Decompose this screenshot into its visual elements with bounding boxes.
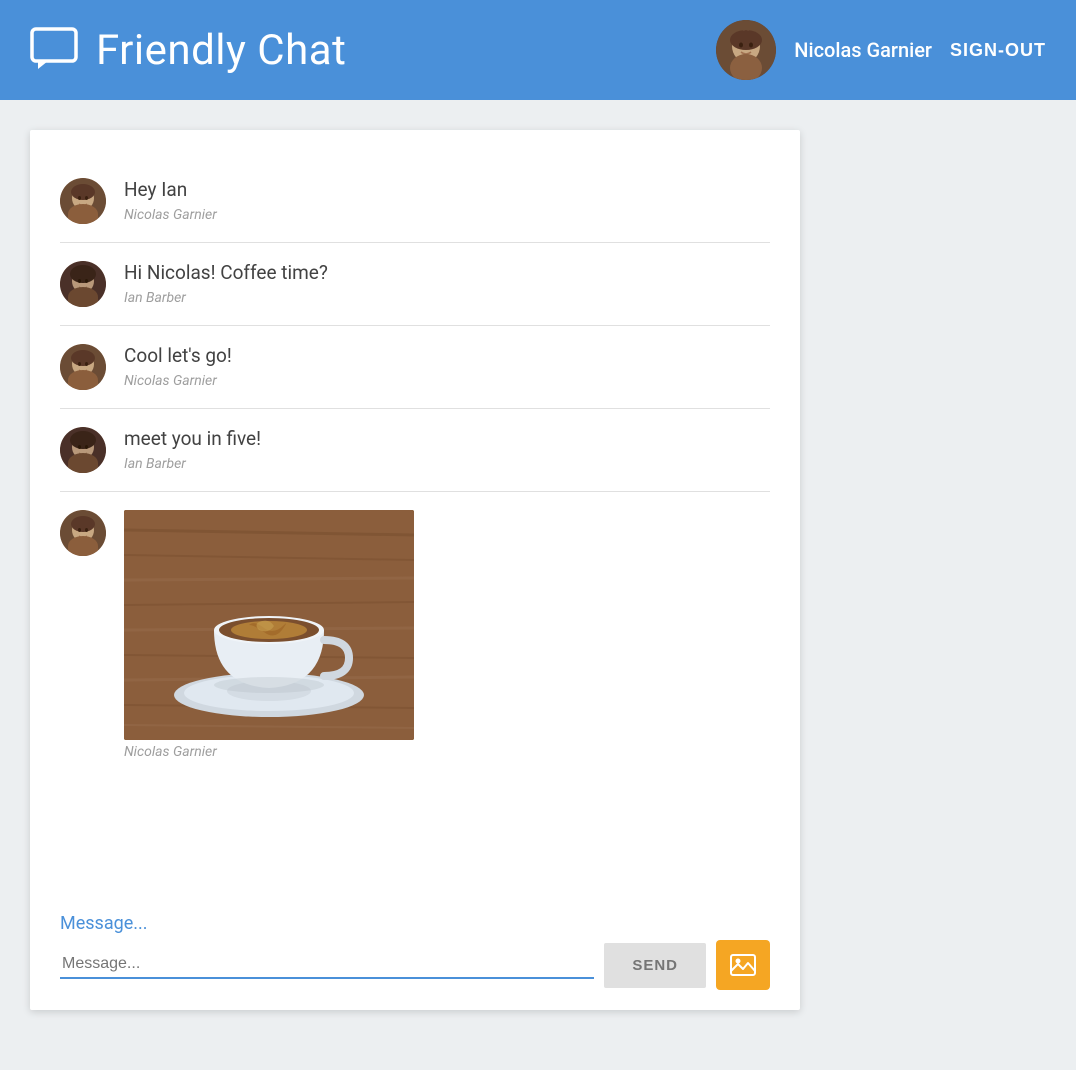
avatar xyxy=(60,344,106,390)
signout-button[interactable]: SIGN-OUT xyxy=(950,40,1046,61)
image-upload-icon xyxy=(729,951,757,979)
header-left: Friendly Chat xyxy=(30,26,346,75)
message-author: Nicolas Garnier xyxy=(124,744,414,760)
avatar xyxy=(60,510,106,556)
message-content: meet you in five! Ian Barber xyxy=(124,427,261,472)
message-item: Nicolas Garnier xyxy=(60,492,770,778)
message-text: meet you in five! xyxy=(124,427,261,452)
app-title: Friendly Chat xyxy=(96,26,346,75)
image-upload-button[interactable] xyxy=(716,940,770,990)
chat-card: Hey Ian Nicolas Garnier xyxy=(30,130,800,1010)
message-content: Hey Ian Nicolas Garnier xyxy=(124,178,217,223)
message-text: Hey Ian xyxy=(124,178,217,203)
message-text: Hi Nicolas! Coffee time? xyxy=(124,261,328,286)
message-input[interactable] xyxy=(60,951,594,979)
message-image xyxy=(124,510,414,740)
message-item: Hi Nicolas! Coffee time? Ian Barber xyxy=(60,243,770,326)
message-item: meet you in five! Ian Barber xyxy=(60,409,770,492)
main-content: Hey Ian Nicolas Garnier xyxy=(0,100,1076,1040)
messages-list: Hey Ian Nicolas Garnier xyxy=(60,160,770,887)
message-item: Hey Ian Nicolas Garnier xyxy=(60,160,770,243)
message-content: Cool let's go! Nicolas Garnier xyxy=(124,344,232,389)
header-right: Nicolas Garnier SIGN-OUT xyxy=(716,20,1046,80)
send-button[interactable]: SEND xyxy=(604,943,706,988)
message-author: Ian Barber xyxy=(124,290,328,306)
avatar xyxy=(60,427,106,473)
message-author: Nicolas Garnier xyxy=(124,373,232,389)
message-author: Nicolas Garnier xyxy=(124,207,217,223)
message-content: Hi Nicolas! Coffee time? Ian Barber xyxy=(124,261,328,306)
message-text: Cool let's go! xyxy=(124,344,232,369)
message-content: Nicolas Garnier xyxy=(124,510,414,760)
avatar xyxy=(60,261,106,307)
header-username: Nicolas Garnier xyxy=(794,38,932,62)
header-user-avatar xyxy=(716,20,776,80)
chat-logo-icon xyxy=(30,27,78,73)
input-row: SEND xyxy=(60,940,770,990)
input-area: Message... SEND xyxy=(60,897,770,990)
message-author: Ian Barber xyxy=(124,456,261,472)
message-item: Cool let's go! Nicolas Garnier xyxy=(60,326,770,409)
message-input-label: Message... xyxy=(60,913,770,934)
app-header: Friendly Chat Nicolas Garnier SIGN-OUT xyxy=(0,0,1076,100)
avatar xyxy=(60,178,106,224)
